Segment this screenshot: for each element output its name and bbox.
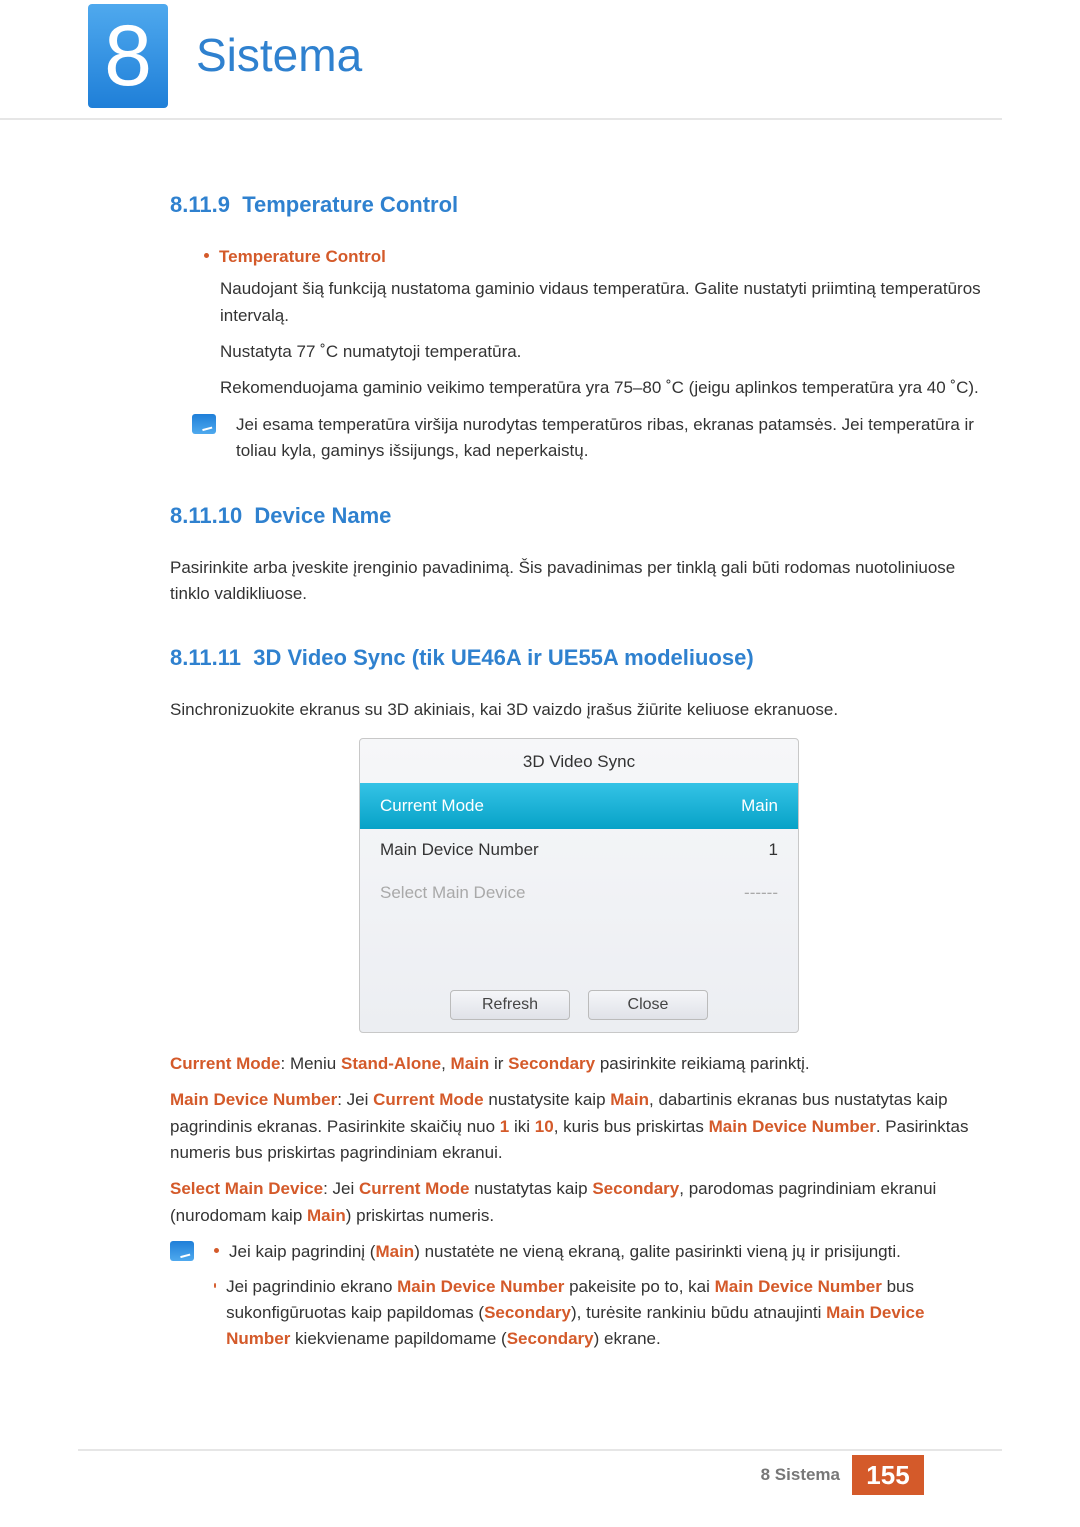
section-8-11-10-heading: 8.11.10 Device Name bbox=[170, 499, 988, 533]
paragraph: Select Main Device: Jei Current Mode nus… bbox=[170, 1176, 988, 1229]
bullet-dot-icon bbox=[204, 253, 209, 258]
close-button[interactable]: Close bbox=[588, 990, 708, 1020]
note-block: Jei kaip pagrindinį (Main) nustatėte ne … bbox=[170, 1239, 988, 1360]
bullet-dot-icon bbox=[214, 1248, 219, 1253]
page-number-badge: 155 bbox=[852, 1455, 924, 1495]
page-footer: 8 Sistema 155 bbox=[78, 1449, 1002, 1499]
section-title: Device Name bbox=[254, 503, 391, 528]
bullet-temperature-control: Temperature Control bbox=[204, 244, 988, 270]
chapter-number-badge: 8 bbox=[88, 4, 168, 108]
section-8-11-9-heading: 8.11.9 Temperature Control bbox=[170, 188, 988, 222]
paragraph: Main Device Number: Jei Current Mode nus… bbox=[170, 1087, 988, 1166]
section-number: 8.11.10 bbox=[170, 503, 242, 528]
menu-row-select-main-device: Select Main Device ------ bbox=[360, 872, 798, 914]
note-block: Jei esama temperatūra viršija nurodytas … bbox=[192, 412, 988, 465]
page-content: 8.11.9 Temperature Control Temperature C… bbox=[0, 120, 1080, 1361]
note-icon bbox=[192, 414, 216, 434]
menu-row-label: Current Mode bbox=[380, 793, 484, 819]
note-bullet-1: Jei kaip pagrindinį (Main) nustatėte ne … bbox=[214, 1239, 988, 1265]
menu-row-value: 1 bbox=[769, 837, 778, 863]
bullet-label: Temperature Control bbox=[219, 244, 386, 270]
osd-menu-panel: 3D Video Sync Current Mode Main Main Dev… bbox=[359, 738, 799, 1033]
section-title: 3D Video Sync (tik UE46A ir UE55A modeli… bbox=[253, 645, 753, 670]
bullet-dot-icon bbox=[214, 1283, 216, 1288]
term-secondary: Secondary bbox=[508, 1054, 595, 1073]
menu-row-label: Main Device Number bbox=[380, 837, 539, 863]
paragraph: Nustatyta 77 ˚C numatytoji temperatūra. bbox=[220, 339, 988, 365]
term-current-mode: Current Mode bbox=[170, 1054, 281, 1073]
section-title: Temperature Control bbox=[242, 192, 458, 217]
menu-row-value: ------ bbox=[744, 880, 778, 906]
note-bullet-2: Jei pagrindinio ekrano Main Device Numbe… bbox=[214, 1274, 988, 1353]
paragraph: Sinchronizuokite ekranus su 3D akiniais,… bbox=[170, 697, 988, 723]
menu-row-main-device-number[interactable]: Main Device Number 1 bbox=[360, 829, 798, 871]
paragraph: Pasirinkite arba įveskite įrenginio pava… bbox=[170, 555, 988, 608]
section-8-11-11-heading: 8.11.11 3D Video Sync (tik UE46A ir UE55… bbox=[170, 641, 988, 675]
section-number: 8.11.11 bbox=[170, 645, 241, 670]
paragraph: Current Mode: Meniu Stand-Alone, Main ir… bbox=[170, 1051, 988, 1077]
note-icon bbox=[170, 1241, 194, 1261]
term-main-device-number: Main Device Number bbox=[170, 1090, 337, 1109]
note-text: Jei kaip pagrindinį (Main) nustatėte ne … bbox=[229, 1239, 901, 1265]
page-header: 8 Sistema bbox=[0, 0, 1002, 120]
paragraph: Naudojant šią funkciją nustatoma gaminio… bbox=[220, 276, 988, 329]
section-number: 8.11.9 bbox=[170, 192, 230, 217]
paragraph: Rekomenduojama gaminio veikimo temperatū… bbox=[220, 375, 988, 401]
chapter-title: Sistema bbox=[196, 20, 362, 91]
term-stand-alone: Stand-Alone bbox=[341, 1054, 441, 1073]
osd-menu-title: 3D Video Sync bbox=[360, 739, 798, 783]
menu-row-current-mode[interactable]: Current Mode Main bbox=[360, 783, 798, 829]
term-main: Main bbox=[451, 1054, 490, 1073]
menu-row-label: Select Main Device bbox=[380, 880, 526, 906]
note-text: Jei pagrindinio ekrano Main Device Numbe… bbox=[226, 1274, 988, 1353]
menu-row-value: Main bbox=[741, 793, 778, 819]
term-select-main-device: Select Main Device bbox=[170, 1179, 323, 1198]
refresh-button[interactable]: Refresh bbox=[450, 990, 570, 1020]
osd-button-row: Refresh Close bbox=[360, 984, 798, 1028]
note-text: Jei esama temperatūra viršija nurodytas … bbox=[236, 412, 988, 465]
footer-breadcrumb: 8 Sistema bbox=[761, 1462, 840, 1488]
